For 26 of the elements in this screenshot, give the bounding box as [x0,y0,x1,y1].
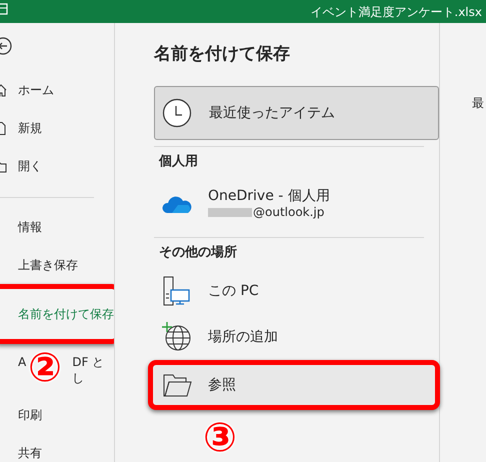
recent-items-button[interactable]: 最近使ったアイテム [154,86,439,140]
callout-number: ③ [203,418,237,458]
page-heading: 名前を付けて保存 [154,43,291,65]
clock-icon [162,98,192,128]
location-item[interactable]: OneDrive - 個人用 @outlook.jp [154,177,424,231]
sidebar-item[interactable]: 名前を付けて保存 [0,284,114,344]
recent-header: 最 [472,96,484,110]
globe-add-icon [162,322,192,352]
menu-label-fragment: DF とし [72,354,106,386]
app-icon [0,3,8,15]
sidebar-item[interactable]: 開く [0,147,114,185]
section-heading: その他の場所 [159,244,238,262]
computer-icon [162,276,192,306]
callout-number: ② [28,348,62,388]
account-email: @outlook.jp [253,205,324,220]
sidebar-item[interactable]: 印刷 [0,396,114,434]
location-item[interactable]: この PC [154,268,424,314]
sidebar-item[interactable]: ホーム [0,71,114,109]
menu-label-fragment: A [18,354,26,370]
window-title: イベント満足度アンケート.xlsx [310,5,482,19]
sidebar-item[interactable]: 新規 [0,109,114,147]
location-item[interactable]: 場所の追加 [154,314,424,360]
sidebar-item[interactable]: 情報 [0,208,114,246]
sidebar-item[interactable]: 共有 [0,434,114,462]
section-heading: 個人用 [159,153,199,171]
sidebar-item[interactable]: 上書き保存 [0,246,114,284]
